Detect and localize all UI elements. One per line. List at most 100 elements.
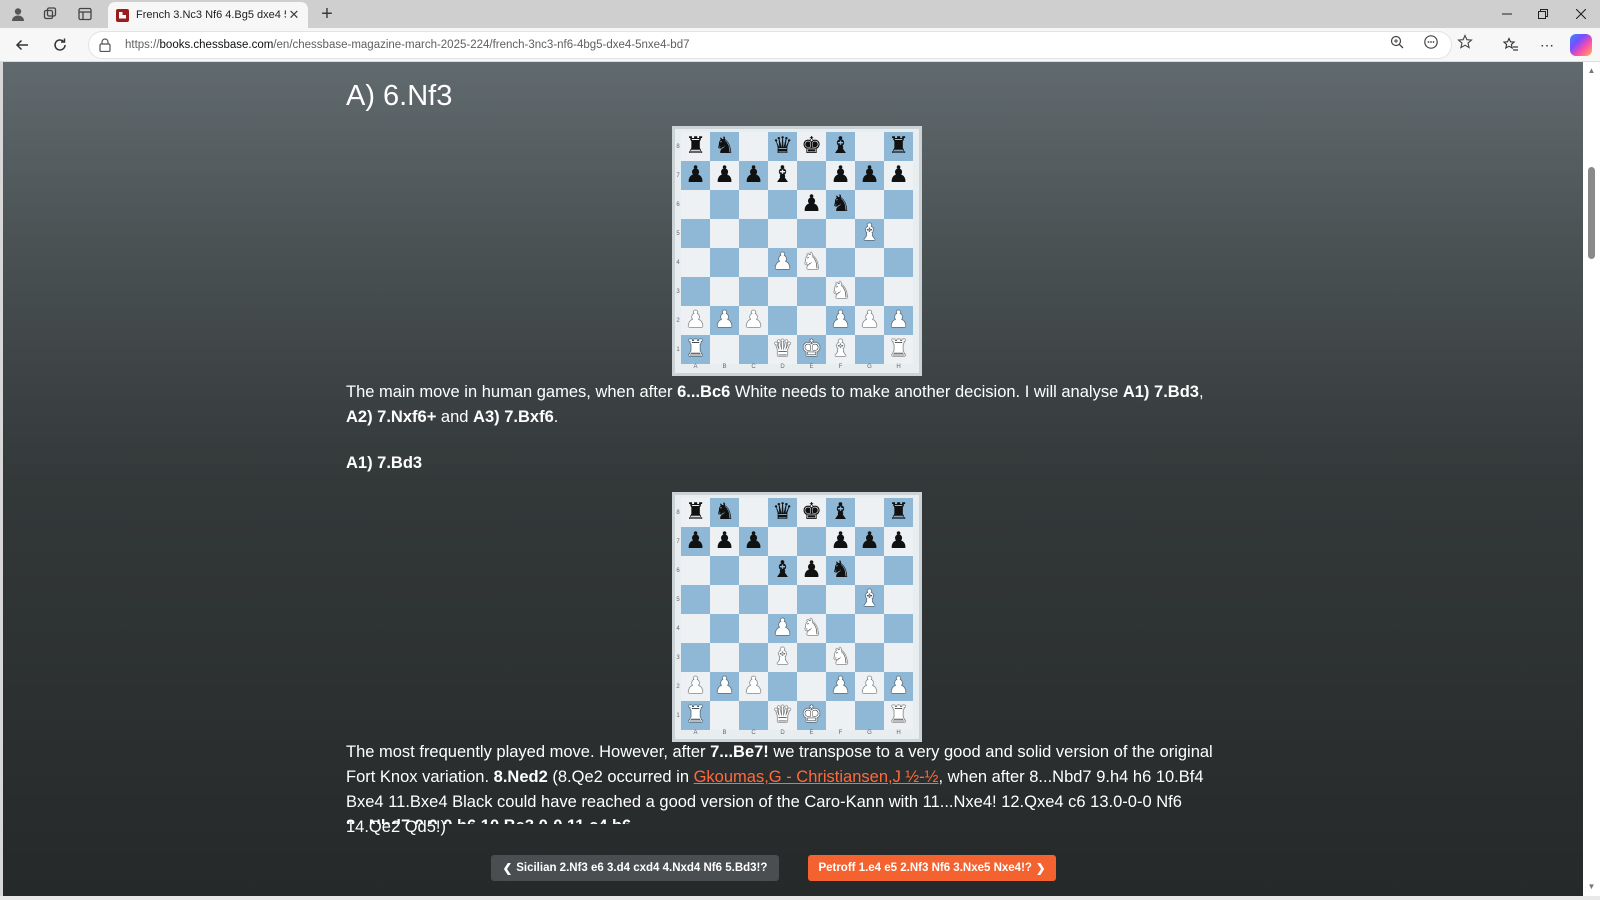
refresh-icon[interactable] — [47, 33, 73, 57]
white-king-icon: ♚ — [801, 702, 822, 728]
close-tab-icon[interactable]: ✕ — [286, 7, 302, 23]
board-square — [710, 248, 739, 277]
black-knight-icon: ♞ — [714, 133, 735, 159]
white-pawn-icon: ♟ — [714, 673, 735, 699]
profile-icon[interactable] — [6, 4, 30, 24]
white-queen-icon: ♛ — [772, 702, 793, 728]
restore-button[interactable] — [1524, 0, 1562, 28]
scroll-down-arrow-icon[interactable]: ▼ — [1587, 882, 1596, 891]
board-square: ♜ — [681, 701, 710, 730]
chessbase-favicon-icon — [116, 8, 129, 22]
white-rook-icon: ♜ — [685, 702, 706, 728]
back-arrow-icon[interactable] — [9, 33, 35, 57]
board-square — [710, 277, 739, 306]
vertical-tabs-icon[interactable] — [73, 4, 97, 24]
board-square: ♜ — [884, 701, 913, 730]
favorites-icon[interactable] — [1498, 33, 1524, 57]
board-square: ♞ — [826, 190, 855, 219]
board-square: ♞ — [710, 132, 739, 161]
black-king-icon: ♚ — [801, 499, 822, 525]
board-square — [768, 219, 797, 248]
close-window-button[interactable] — [1562, 0, 1600, 28]
page-scrollbar[interactable]: ▲ ▼ — [1583, 62, 1600, 896]
black-pawn-icon: ♟ — [685, 162, 706, 188]
board-square — [681, 219, 710, 248]
browser-tab[interactable]: French 3.Nc3 Nf6 4.Bg5 dxe4 5.Nxe4 Be7 6… — [108, 2, 308, 28]
immersive-reader-icon[interactable] — [1420, 32, 1442, 52]
board-square — [797, 277, 826, 306]
file-label: A — [693, 364, 698, 370]
white-knight-icon: ♞ — [801, 615, 822, 641]
board-square — [884, 277, 913, 306]
black-pawn-icon: ♟ — [830, 528, 851, 554]
board-square — [710, 643, 739, 672]
white-pawn-icon: ♟ — [859, 307, 880, 333]
workspaces-icon[interactable] — [38, 4, 62, 24]
game-link[interactable]: Gkoumas,G - Christiansen,J ½-½ — [694, 768, 939, 786]
lock-icon[interactable] — [99, 38, 111, 52]
board-square — [739, 248, 768, 277]
board-square: ♟ — [710, 527, 739, 556]
chess-diagram-1: 87654321 ♜ ♞ ♛ ♚ ♝ ♜ ♟ ♟ ♟ ♝ ♟ ♟ ♟ ♟ ♞ ♝ ♟ ♞ ♞ ♟ ♟ ♟ ♟ ♟ ♟ ♜ ♛ ♚ ♝ ♜ … — [672, 126, 922, 376]
black-pawn-icon: ♟ — [859, 528, 880, 554]
white-pawn-icon: ♟ — [772, 615, 793, 641]
board-square: ♟ — [855, 161, 884, 190]
board-square — [739, 643, 768, 672]
board-square — [681, 556, 710, 585]
white-rook-icon: ♜ — [685, 336, 706, 362]
board-square: ♟ — [681, 672, 710, 701]
board-square: ♞ — [710, 498, 739, 527]
copilot-icon[interactable] — [1570, 34, 1592, 56]
board-square: ♞ — [826, 643, 855, 672]
browser-toolbar: https://books.chessbase.com/en/chessbase… — [0, 28, 1600, 62]
black-pawn-icon: ♟ — [714, 162, 735, 188]
board-square — [681, 643, 710, 672]
previous-article-button[interactable]: ❮ Sicilian 2.Nf3 e6 3.d4 cxd4 4.Nxd4 Nf6 … — [491, 855, 779, 881]
board-square — [797, 643, 826, 672]
board-square — [884, 556, 913, 585]
minimize-button[interactable] — [1488, 0, 1526, 28]
plus-icon[interactable]: + — [315, 3, 339, 25]
black-pawn-icon: ♟ — [830, 162, 851, 188]
white-bishop-icon: ♝ — [772, 644, 793, 670]
board-square: ♟ — [739, 306, 768, 335]
board-square: ♛ — [768, 701, 797, 730]
next-article-button[interactable]: Petroff 1.e4 e5 2.Nf3 Nf6 3.Nxe5 Nxe4!? ❯ — [808, 855, 1056, 881]
chevron-right-icon: ❯ — [1035, 863, 1046, 875]
board-square: ♟ — [681, 306, 710, 335]
address-bar[interactable]: https://books.chessbase.com/en/chessbase… — [88, 31, 1452, 59]
white-queen-icon: ♛ — [772, 336, 793, 362]
board-square — [768, 306, 797, 335]
board-square — [797, 306, 826, 335]
board-square — [855, 248, 884, 277]
board-square — [768, 672, 797, 701]
tab-strip: French 3.Nc3 Nf6 4.Bg5 dxe4 5.Nxe4 Be7 6… — [0, 0, 1600, 28]
more-icon[interactable]: ⋯ — [1534, 33, 1560, 57]
board-square — [710, 585, 739, 614]
board-square — [739, 556, 768, 585]
scroll-thumb[interactable] — [1588, 167, 1595, 259]
board-square: ♚ — [797, 335, 826, 364]
black-rook-icon: ♜ — [888, 133, 909, 159]
chevron-left-icon: ❮ — [502, 863, 513, 875]
black-knight-icon: ♞ — [830, 191, 851, 217]
black-pawn-icon: ♟ — [888, 162, 909, 188]
board-square: ♚ — [797, 498, 826, 527]
board-square — [681, 190, 710, 219]
scroll-up-arrow-icon[interactable]: ▲ — [1587, 66, 1596, 75]
chess-board: ♜ ♞ ♛ ♚ ♝ ♜ ♟ ♟ ♟ ♝ ♟ ♟ ♟ ♟ ♞ ♝ ♟ ♞ ♞ ♟ ♟ ♟ ♟ ♟ ♟ ♜ ♛ ♚ ♝ ♜ — [681, 132, 913, 364]
black-pawn-icon: ♟ — [801, 191, 822, 217]
board-square: ♞ — [797, 248, 826, 277]
board-square: ♝ — [768, 643, 797, 672]
url-text[interactable]: https://books.chessbase.com/en/chessbase… — [125, 39, 690, 51]
board-square — [739, 614, 768, 643]
zoom-icon[interactable] — [1386, 32, 1408, 52]
board-square — [710, 614, 739, 643]
board-square — [710, 335, 739, 364]
board-square — [768, 190, 797, 219]
black-pawn-icon: ♟ — [859, 162, 880, 188]
board-square: ♜ — [884, 132, 913, 161]
page-viewport: A) 6.Nf3 87654321 ♜ ♞ ♛ ♚ ♝ ♜ ♟ ♟ ♟ ♝ ♟ ♟ ♟ ♟ ♞ ♝ ♟ ♞ ♞ ♟ ♟ ♟… — [3, 62, 1583, 896]
star-icon[interactable] — [1454, 32, 1476, 52]
board-square — [855, 643, 884, 672]
